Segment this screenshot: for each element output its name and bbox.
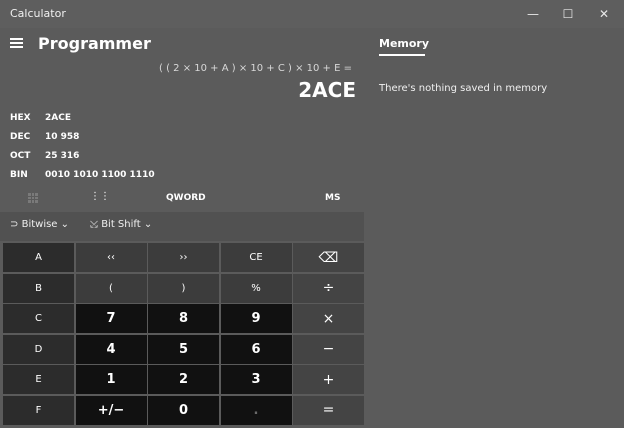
radix-row-oct[interactable]: OCT 25 316: [10, 151, 79, 161]
key-negate[interactable]: +/−: [75, 395, 147, 425]
key-f[interactable]: F: [3, 395, 74, 425]
key-6[interactable]: 6: [220, 334, 292, 364]
window-title: Calculator: [10, 7, 66, 20]
key-2[interactable]: 2: [148, 365, 219, 394]
key-percent[interactable]: %: [220, 273, 292, 303]
key-8[interactable]: 8: [148, 304, 219, 333]
key-close-paren[interactable]: ): [148, 273, 219, 303]
key-1[interactable]: 1: [75, 365, 147, 394]
close-button[interactable]: ✕: [586, 0, 622, 28]
radix-value: 2ACE: [45, 113, 71, 123]
bitwise-label: Bitwise: [21, 219, 58, 230]
bitshift-icon: ⤩: [90, 219, 98, 230]
key-equals[interactable]: =: [293, 395, 364, 425]
word-size-button[interactable]: QWORD: [166, 193, 206, 203]
key-d[interactable]: D: [3, 334, 74, 364]
bitwise-dropdown[interactable]: ⊃ Bitwise ⌄: [10, 219, 69, 230]
key-clear-entry[interactable]: CE: [220, 243, 292, 272]
key-rotate-left[interactable]: ‹‹: [75, 243, 147, 272]
result-display: 2ACE: [298, 78, 356, 102]
radix-value: 10 958: [45, 132, 80, 142]
key-backspace[interactable]: ⌫: [293, 243, 364, 272]
key-multiply[interactable]: ×: [293, 304, 364, 333]
key-e[interactable]: E: [3, 365, 74, 394]
bitwise-icon: ⊃: [10, 219, 19, 230]
mode-title: Programmer: [38, 34, 151, 53]
calculator-header: Programmer: [0, 28, 364, 58]
bit-toggle-keypad-icon[interactable]: ⋮⋮: [90, 191, 110, 202]
chevron-down-icon: ⌄: [60, 219, 70, 230]
keypad-grid: A ‹‹ ›› CE ⌫ B ( ) % ÷ C 7 8 9 × D 4 5 6…: [3, 243, 364, 427]
radix-row-hex[interactable]: HEX 2ACE: [10, 113, 71, 123]
key-subtract[interactable]: −: [293, 334, 364, 364]
operations-bar: ⊃ Bitwise ⌄ ⤩ Bit Shift ⌄: [0, 212, 364, 241]
radix-label: OCT: [10, 151, 31, 161]
memory-tab[interactable]: Memory: [379, 37, 429, 50]
key-b[interactable]: B: [3, 273, 74, 303]
key-add[interactable]: +: [293, 365, 364, 394]
radix-label: DEC: [10, 132, 31, 142]
key-5[interactable]: 5: [148, 334, 219, 364]
radix-row-dec[interactable]: DEC 10 958: [10, 132, 79, 142]
key-3[interactable]: 3: [220, 365, 292, 394]
key-divide[interactable]: ÷: [293, 273, 364, 303]
expression-display: ( ( 2 × 10 + A ) × 10 + C ) × 10 + E =: [159, 63, 352, 74]
memory-empty-message: There's nothing saved in memory: [379, 83, 548, 94]
bitshift-dropdown[interactable]: ⤩ Bit Shift ⌄: [90, 219, 152, 230]
key-9[interactable]: 9: [220, 304, 292, 333]
maximize-button[interactable]: ☐: [550, 0, 586, 28]
menu-icon[interactable]: [10, 38, 23, 48]
keypad-toolbar: ⋮⋮ QWORD MS: [0, 190, 364, 208]
memory-store-button[interactable]: MS: [325, 193, 340, 203]
radix-label: HEX: [10, 113, 31, 123]
key-4[interactable]: 4: [75, 334, 147, 364]
radix-label: BIN: [10, 170, 28, 180]
key-0[interactable]: 0: [148, 395, 219, 425]
key-open-paren[interactable]: (: [75, 273, 147, 303]
bitshift-label: Bit Shift: [101, 219, 141, 230]
key-a[interactable]: A: [3, 243, 74, 272]
memory-tab-underline: [379, 54, 425, 56]
key-rotate-right[interactable]: ››: [148, 243, 219, 272]
full-keypad-icon[interactable]: [28, 193, 38, 203]
key-c[interactable]: C: [3, 304, 74, 333]
title-bar: Calculator — ☐ ✕: [0, 0, 624, 28]
chevron-down-icon: ⌄: [143, 219, 153, 230]
radix-value: 0010 1010 1100 1110: [45, 170, 155, 180]
key-decimal: .: [220, 395, 292, 425]
radix-row-bin[interactable]: BIN 0010 1010 1100 1110: [10, 170, 155, 180]
key-7[interactable]: 7: [75, 304, 147, 333]
minimize-button[interactable]: —: [515, 0, 551, 28]
radix-value: 25 316: [45, 151, 80, 161]
